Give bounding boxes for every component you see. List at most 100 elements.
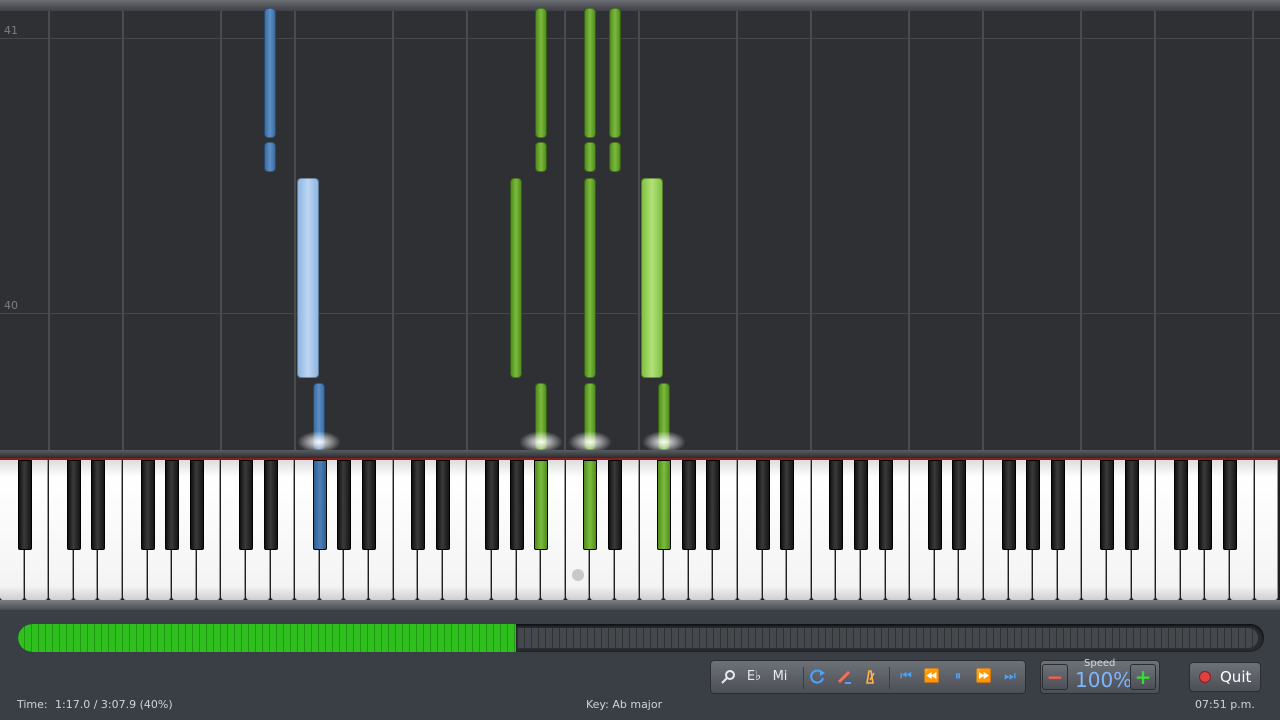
note-right-hand [609, 8, 621, 138]
speed-increase-button[interactable]: + [1130, 664, 1156, 690]
black-key [657, 460, 672, 550]
pencil-icon[interactable] [835, 666, 853, 688]
white-key [1254, 460, 1279, 600]
black-key [1001, 460, 1016, 550]
black-key [411, 460, 426, 550]
black-key [1050, 460, 1065, 550]
keyboard-top-rail [0, 450, 1280, 460]
middle-c-marker [572, 569, 584, 581]
black-key [1198, 460, 1213, 550]
rewind-icon[interactable]: ⏪ [923, 666, 941, 688]
note-left-hand [264, 8, 276, 138]
black-key [435, 460, 450, 550]
time-label: Time: [17, 698, 48, 711]
black-key [66, 460, 81, 550]
black-key [509, 460, 524, 550]
black-key [927, 460, 942, 550]
black-key [165, 460, 180, 550]
grid-line [122, 11, 124, 450]
grid-line [564, 11, 566, 450]
black-key [854, 460, 868, 550]
skip-to-end-icon[interactable]: ⏭ [1001, 666, 1019, 688]
black-key [755, 460, 770, 550]
measure-line [0, 38, 1280, 39]
roll-top-bar [0, 0, 1280, 11]
black-key [583, 460, 598, 550]
black-key [608, 460, 622, 550]
black-key [140, 460, 155, 550]
key-signature-button[interactable]: E♭ [745, 666, 763, 688]
quit-label: Quit [1220, 668, 1252, 686]
grid-line [736, 11, 738, 450]
metronome-icon[interactable] [861, 666, 879, 688]
grid-line [1154, 11, 1156, 450]
progress-fill [18, 624, 516, 652]
note-left-hand [264, 142, 276, 172]
black-key [312, 460, 327, 550]
grid-line [466, 11, 468, 450]
grid-line [294, 11, 296, 450]
note-labels-button[interactable]: Mi [771, 666, 789, 688]
measure-line [0, 313, 1280, 314]
magnifier-icon[interactable] [719, 666, 737, 688]
grid-line [638, 11, 640, 450]
black-key [780, 460, 795, 550]
grid-line [48, 11, 50, 450]
pause-icon[interactable]: ⏸ [949, 666, 967, 688]
grid-line [908, 11, 910, 450]
note-hit-sparkle [568, 431, 612, 450]
black-key [263, 460, 278, 550]
fast-forward-icon[interactable]: ⏩ [975, 666, 993, 688]
black-key [337, 460, 352, 550]
note-right-hand [584, 142, 596, 172]
black-key [1223, 460, 1237, 550]
grid-line [810, 11, 812, 450]
measure-number: 40 [4, 299, 18, 312]
stop-icon [1199, 671, 1211, 683]
grid-line [220, 11, 222, 450]
black-key [1100, 460, 1114, 550]
grid-line [392, 11, 394, 450]
black-key [485, 460, 499, 550]
note-right-hand [535, 142, 547, 172]
grid-line [1080, 11, 1082, 450]
note-hit-sparkle [642, 431, 686, 450]
note-hit-sparkle [297, 431, 341, 450]
note-right-hand [510, 178, 522, 378]
time-value: 1:17.0 / 3:07.9 (40%) [55, 698, 173, 711]
note-right-hand [535, 8, 547, 138]
speed-decrease-button[interactable]: − [1042, 664, 1068, 690]
grid-line [982, 11, 984, 450]
toolbar-divider [803, 667, 804, 689]
black-key [829, 460, 844, 550]
toolbar-divider [889, 667, 890, 689]
key-signature-status: Key: Ab major [586, 698, 663, 711]
black-key [1026, 460, 1041, 550]
speed-value: 100% [1075, 668, 1133, 692]
loop-icon[interactable] [809, 666, 827, 688]
song-progress-bar[interactable] [18, 624, 1264, 652]
progress-remaining [518, 628, 1258, 648]
skip-to-start-icon[interactable]: ⏮ [897, 666, 915, 688]
note-right-hand [584, 8, 596, 138]
note-right-hand [584, 178, 596, 378]
playback-toolbar: E♭ Mi ⏮ ⏪ ⏸ ⏩ ⏭ [710, 660, 1026, 694]
note-left-hand [297, 178, 319, 378]
note-hit-sparkle [519, 431, 563, 450]
black-key [17, 460, 32, 550]
note-right-hand [641, 178, 663, 378]
note-right-hand [609, 142, 621, 172]
black-key [362, 460, 376, 550]
black-key [1173, 460, 1188, 550]
piano-roll: 41 40 [0, 0, 1280, 450]
keyboard-bottom-rail [0, 600, 1280, 610]
quit-button[interactable]: Quit [1189, 662, 1261, 692]
black-key [91, 460, 106, 550]
grid-line [1252, 11, 1254, 450]
black-key [706, 460, 721, 550]
measure-number: 41 [4, 24, 18, 37]
black-key [239, 460, 253, 550]
black-key [952, 460, 967, 550]
black-key [1124, 460, 1139, 550]
clock: 07:51 p.m. [1195, 698, 1255, 711]
